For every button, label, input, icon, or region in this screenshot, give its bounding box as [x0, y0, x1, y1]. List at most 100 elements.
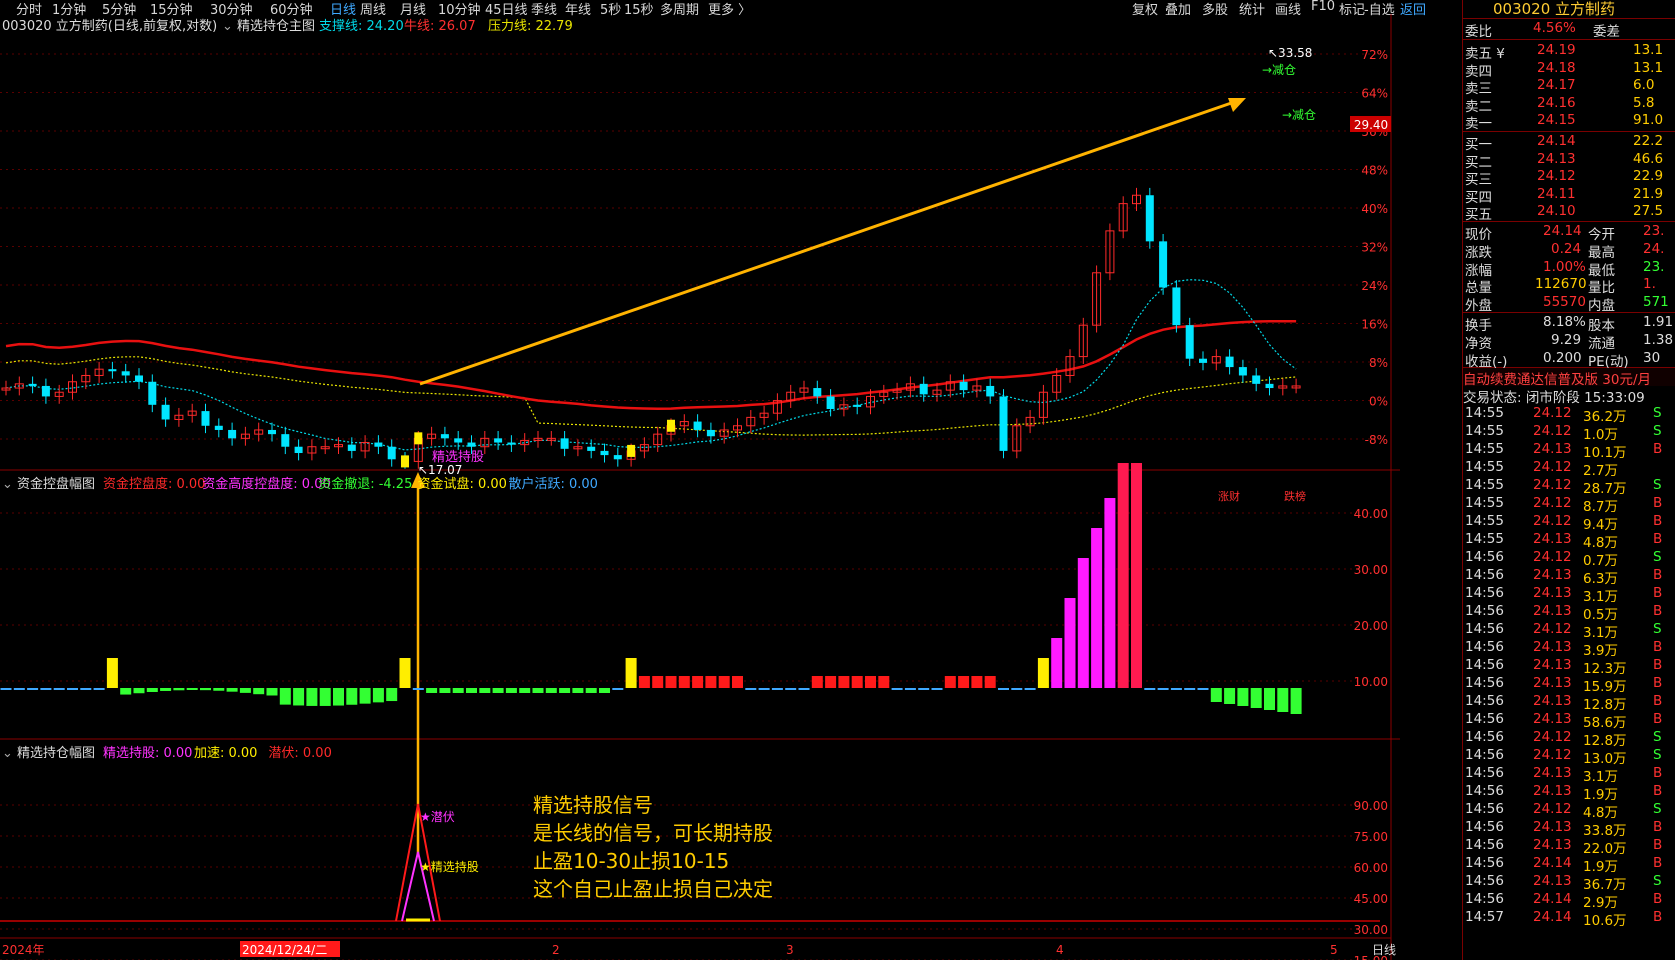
candle-body — [587, 446, 596, 451]
period-tag: 日线 — [1372, 943, 1396, 957]
fund-bar — [891, 688, 903, 690]
candle-body — [347, 444, 356, 451]
tick-price: 24.13 — [1533, 819, 1572, 835]
stock-label: 003020 立方制药(日线,前复权,对数) — [2, 19, 218, 34]
ask-price: 24.16 — [1537, 94, 1576, 111]
tick-price: 24.12 — [1533, 423, 1572, 439]
fund-bar — [372, 688, 384, 703]
tick-side: S — [1653, 549, 1662, 565]
quote-row: 净资 9.29 流通 1.38 — [1463, 331, 1675, 352]
quote-title: 003020 立方制药 — [1493, 0, 1616, 18]
fund-bar — [1064, 598, 1076, 688]
pressure-label: 压力线: 22.79 — [488, 19, 573, 34]
tick-price: 24.12 — [1533, 477, 1572, 493]
fund-bar — [1104, 498, 1116, 688]
fund-bar — [984, 676, 996, 688]
candle-body — [919, 383, 928, 395]
tick-time: 14:55 — [1465, 423, 1504, 439]
tick-volume: 1.9万 — [1583, 787, 1618, 803]
fund-bar — [1237, 688, 1249, 706]
fund-bar — [559, 688, 571, 693]
toolbar-button[interactable]: 返回 — [1400, 0, 1426, 18]
fund-bar — [1131, 463, 1142, 688]
tick-time: 14:55 — [1465, 459, 1504, 475]
indicator-name[interactable]: ⌄ 精选持仓主图 — [222, 15, 315, 34]
fund-bar — [612, 688, 624, 690]
toolbar-button[interactable]: F10 — [1311, 0, 1335, 14]
high-label: ↖33.58 — [1268, 46, 1312, 60]
candle-body — [228, 429, 237, 439]
tick-price: 24.13 — [1533, 585, 1572, 601]
fund-bar — [13, 688, 25, 690]
stat-label: 内盘 — [1588, 298, 1615, 315]
tick-side: B — [1653, 693, 1663, 709]
tick-side: B — [1653, 603, 1663, 619]
tick-price: 24.13 — [1533, 765, 1572, 781]
tick-row: 14:55 24.12 8.7万 B — [1463, 495, 1675, 515]
tick-row: 14:56 24.13 0.5万 B — [1463, 603, 1675, 623]
tick-row: 14:56 24.12 12.8万 S — [1463, 729, 1675, 749]
event-tag: 涨财 — [1218, 489, 1240, 503]
chart-area[interactable]: 72%64%56%48%40%32%24%16%8%0%-8%29.40↖33.… — [0, 14, 1400, 960]
candle-body — [1199, 358, 1207, 363]
tick-time: 14:56 — [1465, 855, 1504, 871]
quote-row: 买三 24.12 22.9 — [1463, 168, 1675, 188]
bid-volume: 22.2 — [1633, 133, 1664, 149]
fund-bar — [998, 688, 1009, 690]
tick-volume: 3.1万 — [1583, 769, 1618, 785]
tick-price: 24.13 — [1533, 783, 1572, 799]
quote-panel: 003020 立方制药 委比 4.56% 委差 自动续费通达信普及版 30元/月… — [1462, 0, 1675, 960]
dropdown-icon[interactable]: ⌄ — [222, 19, 233, 34]
tick-volume: 36.2万 — [1583, 409, 1627, 425]
fund-bar — [665, 676, 677, 688]
axis-tick-label: 45.00 — [1354, 892, 1388, 906]
tick-time: 14:56 — [1465, 747, 1504, 763]
fund-panel-title[interactable]: ⌄ 资金控盘幅图 — [2, 473, 95, 492]
fund-bar — [1197, 688, 1209, 690]
quote-row: 现价 24.14 今开 23. — [1463, 223, 1675, 243]
peak-label: ★精选持股 — [420, 859, 479, 874]
fund-bar — [1170, 688, 1182, 690]
axis-tick-label: 20.00 — [1354, 619, 1388, 633]
dropdown-icon[interactable]: ⌄ — [2, 477, 13, 492]
candle-body — [986, 385, 995, 397]
time-label: 4 — [1056, 943, 1064, 957]
weibi-row: 委比 4.56% 委差 — [1463, 20, 1675, 40]
tick-row: 14:55 24.12 36.2万 S — [1463, 405, 1675, 425]
trend-arrow-head — [1228, 98, 1246, 112]
stat-value: 9.29 — [1551, 331, 1582, 348]
fund-bar — [1117, 463, 1129, 688]
fund-bar — [173, 688, 185, 691]
fund-bar — [213, 688, 225, 691]
stat-value: 1.91 — [1643, 314, 1674, 330]
position-panel-title[interactable]: ⌄ 精选持仓幅图 — [2, 742, 95, 761]
fund-bar — [466, 688, 477, 693]
dropdown-icon[interactable]: ⌄ — [2, 746, 13, 761]
tick-volume: 3.1万 — [1583, 589, 1618, 605]
tick-volume: 28.7万 — [1583, 481, 1627, 497]
candle-body — [853, 404, 862, 407]
fund-bar — [904, 688, 916, 690]
candle-body — [560, 438, 569, 449]
ask-price: 24.17 — [1537, 77, 1576, 94]
candle-body — [959, 381, 968, 391]
tick-time: 14:55 — [1465, 477, 1504, 493]
tick-price: 24.13 — [1533, 567, 1572, 583]
tick-side: S — [1653, 801, 1662, 817]
weibi-label: 委比 — [1465, 24, 1492, 40]
ad-banner[interactable]: 自动续费通达信普及版 30元/月 — [1463, 368, 1675, 388]
fund-bar — [1011, 688, 1023, 690]
candle-body — [440, 434, 449, 439]
fund-bar — [944, 676, 956, 688]
tick-row: 14:56 24.12 13.0万 S — [1463, 747, 1675, 767]
tick-row: 14:56 24.13 12.8万 B — [1463, 693, 1675, 713]
axis-tick-label: 10.00 — [1354, 675, 1388, 689]
trend-arrow — [419, 98, 1241, 386]
axis-tick-label: 90.00 — [1354, 799, 1388, 813]
tick-time: 14:55 — [1465, 441, 1504, 457]
fund-bar — [1224, 688, 1236, 704]
tick-volume: 15.9万 — [1583, 679, 1627, 695]
tick-volume: 33.8万 — [1583, 823, 1627, 839]
fund-bar — [0, 688, 12, 690]
fund-bar — [160, 688, 172, 691]
